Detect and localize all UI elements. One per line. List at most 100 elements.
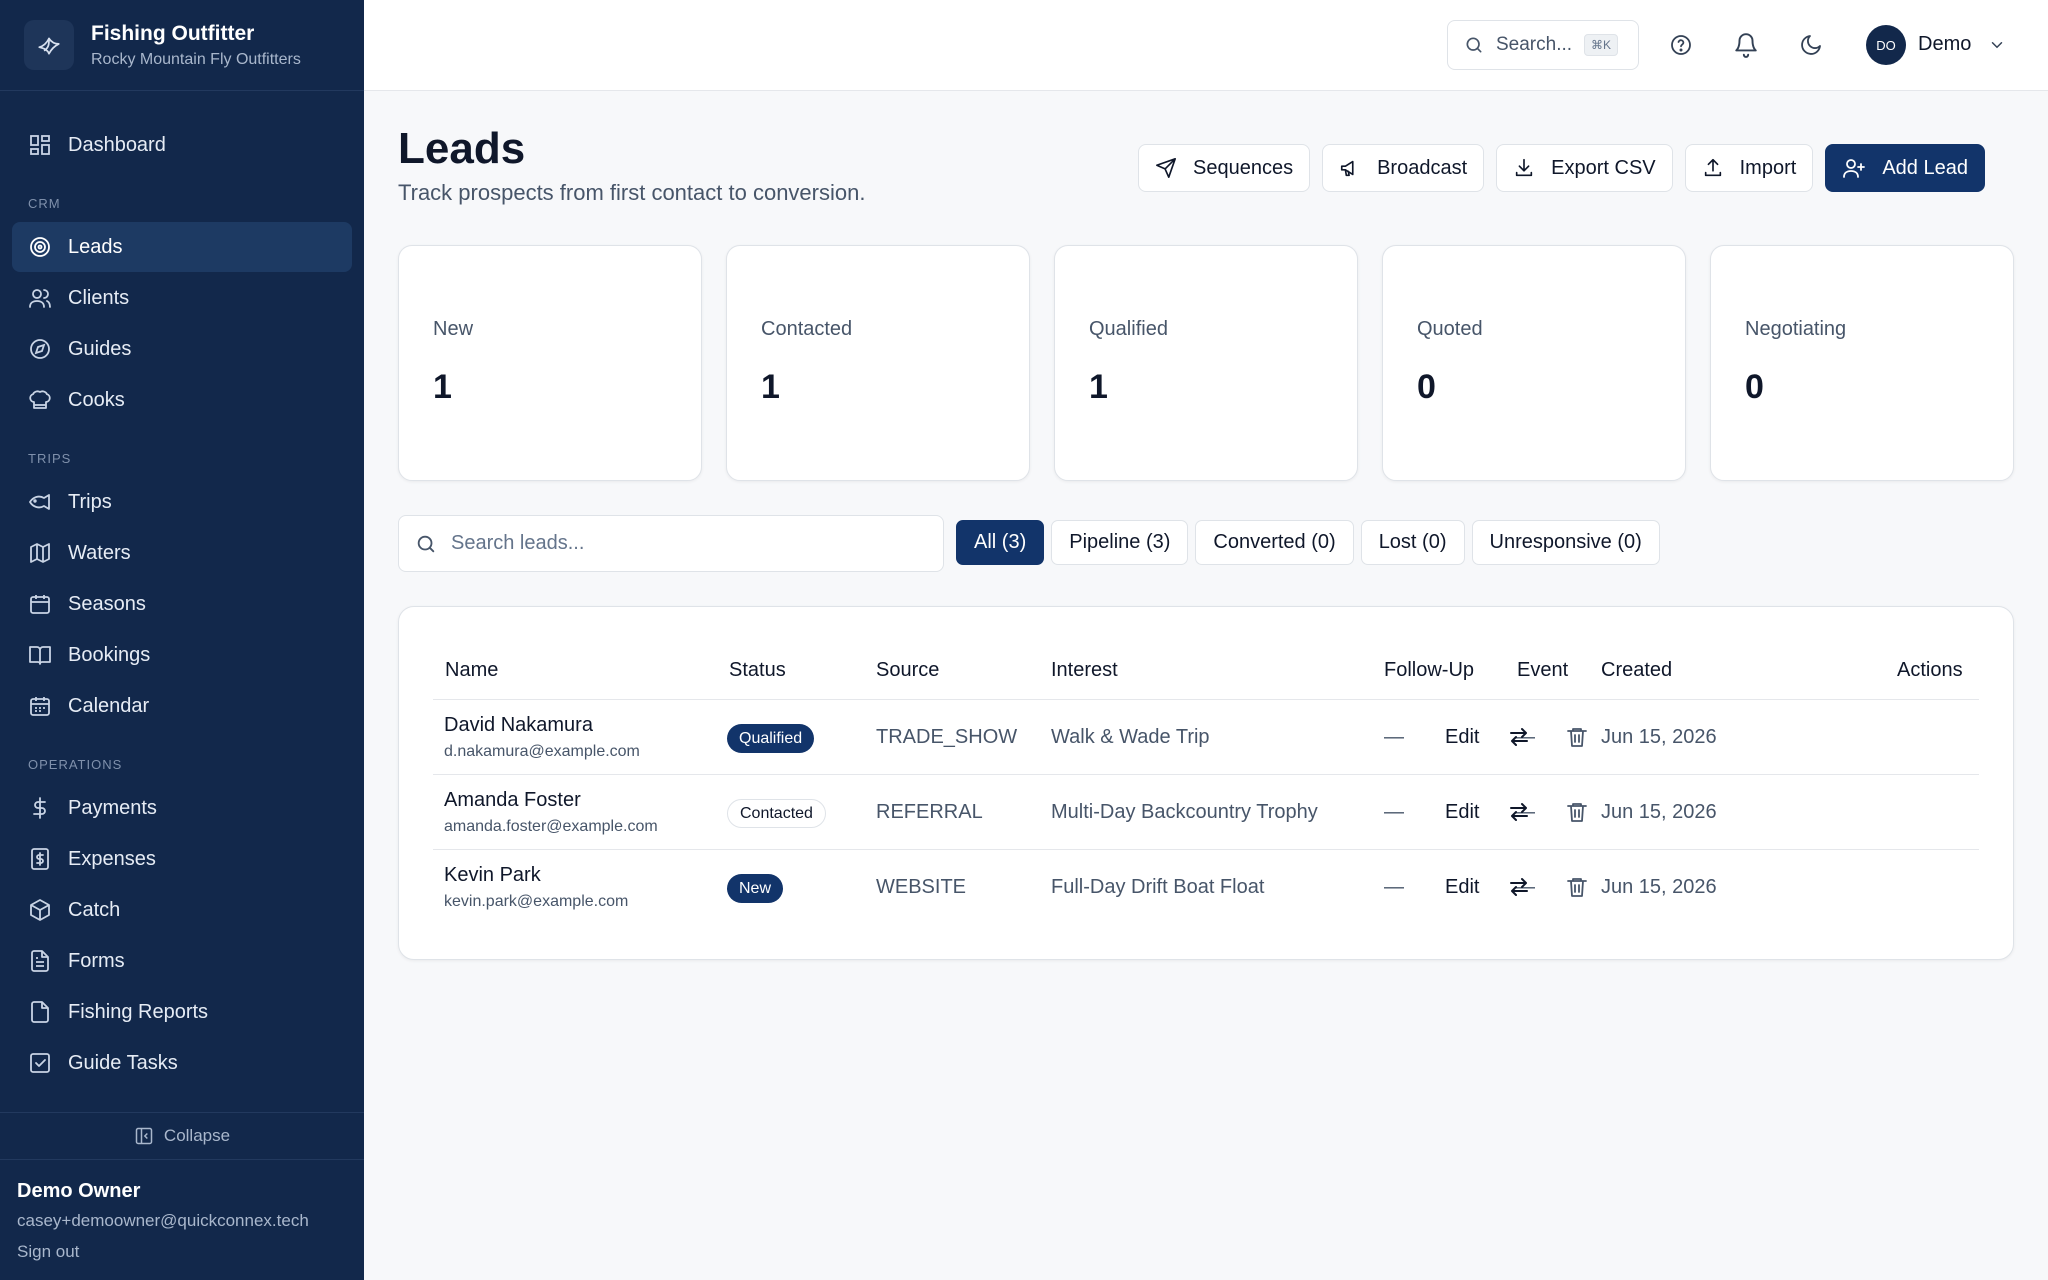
user-menu-label[interactable]: Demo [1918,33,1971,56]
export-csv-button[interactable]: Export CSV [1496,144,1673,192]
edit-button[interactable]: Edit [1445,726,1479,749]
sidebar-user: Demo Owner casey+demoowner@quickconnex.t… [17,1180,309,1262]
lead-source: TRADE_SHOW [876,726,1018,748]
sidebar-item-trips[interactable]: Trips [12,477,352,527]
column-header-follow-up[interactable]: Follow-Up [1384,659,1474,682]
sign-out-link[interactable]: Sign out [17,1242,309,1262]
user-name: Demo Owner [17,1180,141,1202]
convert-icon[interactable] [1507,725,1531,749]
trash-icon[interactable] [1565,725,1589,749]
lead-created: Jun 15, 2026 [1601,801,1717,823]
shortcut-badge: ⌘K [1584,34,1619,56]
leads-search-input[interactable]: Search leads... [398,515,944,572]
stat-card-contacted: Contacted 1 [726,245,1030,481]
sidebar-nav: Dashboard CRM Leads Clients Guides Cooks… [0,120,364,1106]
filter-unresponsive[interactable]: Unresponsive (0) [1471,520,1660,565]
table-row[interactable]: David Nakamura d.nakamura@example.com Qu… [433,700,1979,775]
export-label: Export CSV [1551,156,1656,179]
table-row[interactable]: Amanda Foster amanda.foster@example.com … [433,775,1979,850]
sidebar-item-payments[interactable]: Payments [12,783,352,833]
sidebar-item-label: Clients [68,286,130,309]
receipt-icon [31,848,49,870]
column-header-name[interactable]: Name [445,659,498,682]
collapse-button[interactable]: Collapse [0,1112,364,1160]
help-button[interactable] [1666,30,1696,60]
convert-icon[interactable] [1507,800,1531,824]
check-square-icon [30,1053,50,1073]
edit-button[interactable]: Edit [1445,801,1479,824]
header-actions: Sequences Broadcast Export CSV Import Ad… [1138,144,1985,192]
bell-icon [1735,33,1757,58]
column-header-event[interactable]: Event [1517,659,1568,682]
stat-value: 0 [1745,368,1764,406]
user-email: casey+demoowner@quickconnex.tech [17,1211,309,1230]
sidebar-item-guides[interactable]: Guides [12,324,352,374]
sidebar-item-seasons[interactable]: Seasons [12,579,352,629]
send-icon [1156,158,1176,178]
status-badge: New [727,874,784,903]
fishing-hook-icon [24,20,74,70]
package-icon [30,899,50,921]
convert-icon[interactable] [1507,875,1531,899]
broadcast-button[interactable]: Broadcast [1322,144,1485,192]
stat-card-negotiating: Negotiating 0 [1710,245,2014,481]
filter-pipeline[interactable]: Pipeline (3) [1051,520,1189,565]
sidebar-item-guide-tasks[interactable]: Guide Tasks [12,1038,352,1088]
sidebar-item-leads[interactable]: Leads [12,222,352,272]
column-header-interest[interactable]: Interest [1051,659,1118,682]
trash-icon[interactable] [1565,875,1589,899]
avatar[interactable]: DO [1866,25,1906,65]
sequences-button[interactable]: Sequences [1138,144,1311,192]
lead-interest: Multi-Day Backcountry Trophy [1051,801,1318,823]
sidebar-item-label: Expenses [68,847,156,870]
sidebar-item-label: Bookings [68,643,151,666]
theme-toggle-button[interactable] [1796,30,1826,60]
column-header-source[interactable]: Source [876,659,939,682]
sidebar-item-waters[interactable]: Waters [12,528,352,578]
topbar: Search... ⌘K DO Demo [364,0,2048,91]
add-lead-button[interactable]: Add Lead [1825,144,1985,192]
stat-label: Qualified [1089,318,1168,340]
moon-icon [1801,35,1821,55]
trash-icon[interactable] [1565,800,1589,824]
sidebar-item-dashboard[interactable]: Dashboard [12,120,352,170]
sidebar-item-label: Guides [68,337,132,360]
lead-name[interactable]: Kevin Park [444,864,541,887]
collapse-label: Collapse [163,1126,231,1145]
users-icon [29,289,51,308]
filter-all[interactable]: All (3) [956,520,1045,565]
sidebar-item-bookings[interactable]: Bookings [12,630,352,680]
sidebar-item-forms[interactable]: Forms [12,936,352,986]
filter-lost[interactable]: Lost (0) [1360,520,1465,565]
sidebar-section-operations: OPERATIONS [28,757,123,772]
import-button[interactable]: Import [1684,144,1814,192]
sidebar-item-expenses[interactable]: Expenses [12,834,352,884]
file-icon [31,1001,49,1023]
sidebar-item-cooks[interactable]: Cooks [12,375,352,425]
sidebar-item-fishing-reports[interactable]: Fishing Reports [12,987,352,1037]
file-text-icon [31,950,49,972]
sidebar-item-clients[interactable]: Clients [12,273,352,323]
brand-name: Fishing Outfitter [91,21,255,45]
lead-name[interactable]: Amanda Foster [444,789,581,812]
column-header-status[interactable]: Status [729,659,786,682]
filter-converted[interactable]: Converted (0) [1195,520,1354,565]
chevron-down-icon[interactable] [1988,36,2006,54]
edit-button[interactable]: Edit [1445,876,1479,899]
stat-label: Contacted [761,318,853,340]
stat-value: 1 [1089,368,1108,406]
sidebar-item-catch[interactable]: Catch [12,885,352,935]
sidebar-item-label: Forms [68,949,125,972]
lead-name[interactable]: David Nakamura [444,714,593,737]
upload-icon [1704,158,1721,177]
column-header-created[interactable]: Created [1601,659,1672,682]
page-title: Leads [398,124,526,173]
notifications-button[interactable] [1731,30,1761,60]
sidebar-section-trips: TRIPS [28,451,72,466]
megaphone-icon [1341,160,1354,177]
broadcast-label: Broadcast [1377,156,1468,179]
global-search-input[interactable]: Search... ⌘K [1447,20,1639,70]
stat-value: 1 [761,368,780,406]
sidebar-item-calendar[interactable]: Calendar [12,681,352,731]
table-row[interactable]: Kevin Park kevin.park@example.com New WE… [433,850,1979,925]
